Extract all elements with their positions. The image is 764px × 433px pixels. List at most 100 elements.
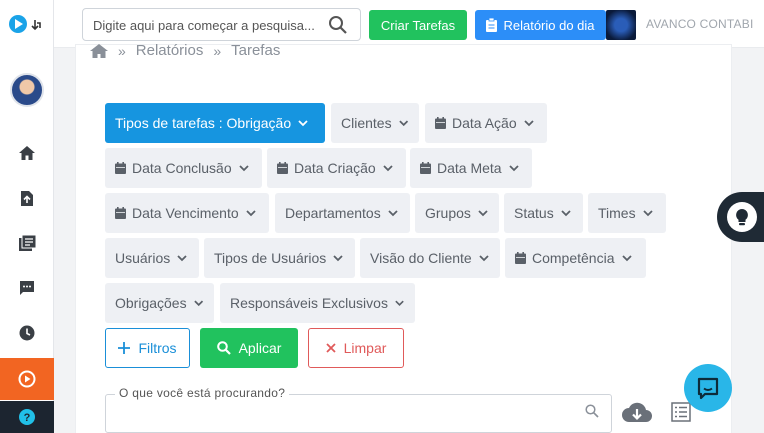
home-icon[interactable] (90, 43, 108, 58)
library-icon (18, 235, 36, 251)
chevron-down-icon (298, 120, 308, 127)
support-chat-button[interactable] (684, 364, 732, 412)
filter-groups[interactable]: Grupos (415, 193, 499, 233)
filter-due-date[interactable]: Data Vencimento (105, 193, 269, 233)
clock-icon (19, 325, 35, 341)
filter-label: Departamentos (285, 205, 381, 221)
search-placeholder: Digite aqui para começar a pesquisa... (93, 18, 315, 33)
chevron-down-icon (238, 165, 249, 172)
clipboard-icon (486, 18, 498, 32)
sidebar-item-reports[interactable] (0, 225, 54, 261)
filter-action-date[interactable]: Data Ação (425, 103, 547, 143)
clear-label: Limpar (343, 340, 387, 356)
chat-icon (20, 281, 34, 295)
chevron-down-icon (333, 255, 343, 262)
breadcrumb-item-reports[interactable]: Relatórios (136, 42, 204, 59)
chevron-down-icon (177, 255, 187, 262)
filter-label: Data Meta (437, 160, 502, 176)
topbar: Digite aqui para começar a pesquisa... C… (54, 0, 764, 48)
filter-label: Data Criação (294, 160, 376, 176)
filter-goal-date[interactable]: Data Meta (410, 148, 532, 188)
chevron-down-icon (642, 210, 653, 217)
chevron-down-icon (523, 120, 534, 127)
filter-client-view[interactable]: Visão do Cliente (360, 238, 500, 278)
global-search-input[interactable]: Digite aqui para começar a pesquisa... (82, 8, 361, 41)
tips-button[interactable] (717, 192, 764, 242)
filters-label: Filtros (138, 340, 177, 356)
filter-task-types[interactable]: Tipos de tarefas : Obrigação (105, 103, 325, 143)
chevron-down-icon (621, 255, 632, 262)
calendar-icon (277, 162, 288, 174)
chevron-down-icon (478, 210, 488, 217)
filter-label: Tipos de tarefas : Obrigação (115, 115, 292, 131)
filter-user-types[interactable]: Tipos de Usuários (204, 238, 355, 278)
app-logo[interactable] (8, 12, 48, 36)
search-icon (216, 341, 231, 355)
company-name[interactable]: AVANCO CONTABI (646, 17, 753, 31)
search-icon[interactable] (328, 15, 348, 35)
sidebar-item-upload[interactable] (0, 180, 54, 216)
sidebar-item-help[interactable]: ? (0, 401, 54, 433)
chevron-right-icon: » (213, 42, 222, 59)
sidebar-item-play[interactable] (0, 358, 54, 400)
chevron-right-icon: » (118, 42, 126, 59)
filter-creation-date[interactable]: Data Criação (267, 148, 406, 188)
chevron-down-icon (388, 210, 398, 217)
calendar-icon (115, 207, 126, 219)
chevron-down-icon (245, 210, 256, 217)
chevron-down-icon (395, 300, 404, 307)
file-upload-icon (21, 190, 33, 206)
filter-competence[interactable]: Competência (505, 238, 646, 278)
company-logo[interactable] (606, 10, 636, 40)
filter-label: Obrigações (115, 295, 187, 311)
daily-report-button[interactable]: Relatório do dia (475, 10, 606, 40)
filter-label: Times (598, 205, 636, 221)
filter-teams[interactable]: Times (588, 193, 666, 233)
calendar-icon (435, 117, 446, 129)
filter-exclusive-owners[interactable]: Responsáveis Exclusivos (220, 283, 415, 323)
filter-clients[interactable]: Clientes (331, 103, 419, 143)
filter-label: Usuários (115, 250, 171, 266)
filter-label: Data Ação (452, 115, 517, 131)
calendar-icon (115, 162, 126, 174)
clear-button[interactable]: Limpar (308, 328, 404, 368)
filter-conclusion-date[interactable]: Data Conclusão (105, 148, 262, 188)
filter-label: Visão do Cliente (370, 250, 472, 266)
lightbulb-icon (727, 202, 757, 232)
list-icon[interactable] (671, 402, 691, 422)
chevron-down-icon (508, 165, 519, 172)
chevron-down-icon (561, 210, 571, 217)
filter-users[interactable]: Usuários (105, 238, 199, 278)
chevron-down-icon (383, 165, 393, 172)
search-icon[interactable] (585, 404, 599, 418)
create-tasks-button[interactable]: Criar Tarefas (369, 10, 467, 40)
sidebar: ? (0, 0, 54, 433)
filter-status[interactable]: Status (504, 193, 583, 233)
daily-report-label: Relatório do dia (503, 17, 595, 33)
calendar-icon (420, 162, 431, 174)
tasks-search-label: O que você está procurando? (115, 386, 290, 400)
filter-departments[interactable]: Departamentos (275, 193, 410, 233)
filter-label: Competência (532, 250, 615, 266)
filter-label: Grupos (425, 205, 471, 221)
play-circle-icon (18, 370, 36, 388)
chevron-down-icon (193, 300, 203, 307)
chevron-down-icon (398, 120, 408, 127)
apply-button[interactable]: Aplicar (200, 328, 298, 368)
sidebar-item-history[interactable] (0, 315, 54, 351)
home-icon (19, 146, 35, 160)
sidebar-item-messages[interactable] (0, 270, 54, 306)
help-icon: ? (19, 409, 35, 425)
plus-icon (118, 342, 131, 354)
filter-obligations[interactable]: Obrigações (105, 283, 214, 323)
apply-label: Aplicar (238, 340, 282, 356)
filter-label: Status (514, 205, 554, 221)
filter-label: Data Vencimento (132, 205, 239, 221)
add-filter-button[interactable]: Filtros (105, 328, 190, 368)
avatar[interactable] (10, 73, 44, 107)
sidebar-item-home[interactable] (0, 135, 54, 171)
calendar-icon (515, 252, 526, 264)
filter-label: Clientes (341, 115, 392, 131)
cloud-download-icon[interactable] (621, 400, 653, 426)
chevron-down-icon (479, 255, 489, 262)
